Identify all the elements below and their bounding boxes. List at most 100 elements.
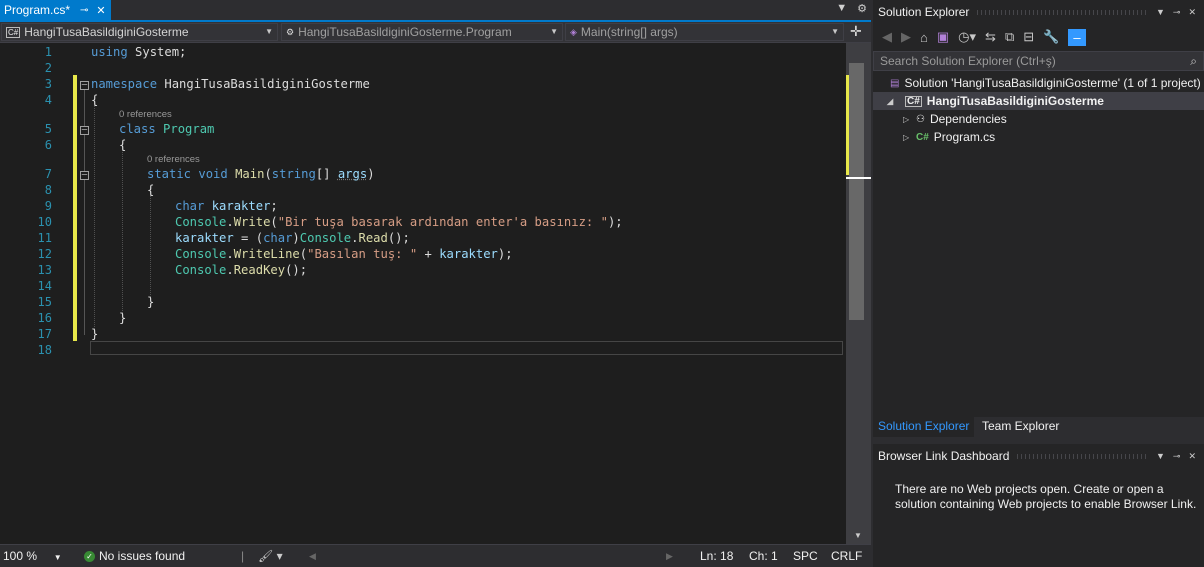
code-line-17: }	[91, 327, 99, 341]
project-dropdown[interactable]: C# HangiTusaBasildiginiGosterme ▼	[1, 23, 278, 41]
close-icon[interactable]: ✕	[1188, 451, 1196, 462]
switch-views-icon[interactable]: ▣	[937, 29, 949, 45]
panel-title: Browser Link Dashboard	[878, 449, 1010, 463]
code-line-1: using System;	[91, 45, 187, 59]
home-icon[interactable]: ⌂	[920, 30, 928, 45]
properties-wrench-icon[interactable]: 🔧	[1043, 29, 1059, 45]
auto-hide-pin-icon[interactable]: ⊸	[1173, 7, 1181, 18]
settings-gear-icon[interactable]: ⚙	[857, 2, 867, 15]
column-indicator[interactable]: Ch: 1	[749, 549, 778, 563]
solution-explorer-toolbar: ◀ ▶ ⌂ ▣ ◷▾ ⇆ ⧉ ⊟ 🔧 –	[873, 24, 1204, 50]
separator: |	[241, 549, 245, 563]
method-icon: ◈	[570, 26, 577, 37]
indent-guide	[94, 105, 95, 331]
line-number: 18	[37, 343, 52, 357]
scrollbar-change-marker	[846, 75, 849, 175]
collapse-method-icon[interactable]: –	[80, 171, 89, 180]
line-number: 9	[44, 199, 52, 213]
tab-team-explorer[interactable]: Team Explorer	[977, 417, 1064, 437]
line-number: 2	[44, 61, 52, 75]
code-cleanup-brush-icon[interactable]: 🖌 ▾	[258, 549, 283, 563]
browser-link-panel: Browser Link Dashboard ▼ ⊸ ✕ There are n…	[873, 444, 1204, 567]
search-icon[interactable]: ⌕	[1190, 52, 1197, 70]
collapsed-arrow-icon[interactable]: ▷	[903, 115, 913, 124]
scroll-right-icon[interactable]: ▶	[666, 551, 673, 562]
split-add-icon[interactable]: ✛	[850, 23, 862, 40]
editor-vertical-scrollbar[interactable]: ▼	[846, 43, 871, 544]
tree-item-dependencies[interactable]: ▷ ⚇ Dependencies	[873, 110, 1204, 128]
line-number: 6	[44, 138, 52, 152]
collapse-all-icon[interactable]: ⊟	[1023, 29, 1034, 45]
line-number: 15	[37, 295, 52, 309]
auto-hide-pin-icon[interactable]: ⊸	[1173, 451, 1181, 462]
collapsed-arrow-icon[interactable]: ▷	[903, 133, 913, 142]
whitespace-indicator[interactable]: SPC	[793, 549, 818, 563]
line-number: 4	[44, 93, 52, 107]
tree-item-label: HangiTusaBasildiginiGosterme	[926, 94, 1104, 108]
code-line-5: class Program	[119, 122, 215, 136]
panel-title: Solution Explorer	[878, 5, 970, 19]
code-line-7: static void Main(string[] args)	[147, 167, 375, 181]
tree-item-solution[interactable]: ▤ Solution 'HangiTusaBasildiginiGosterme…	[873, 74, 1204, 92]
class-icon: ⚙	[286, 26, 295, 37]
issues-indicator[interactable]: ✓ No issues found	[84, 549, 185, 563]
line-ending-indicator[interactable]: CRLF	[831, 549, 862, 563]
tree-item-program-cs[interactable]: ▷ C# Program.cs	[873, 128, 1204, 146]
scroll-down-icon[interactable]: ▼	[854, 531, 862, 540]
codelens-references[interactable]: 0 references	[119, 109, 172, 120]
tab-solution-explorer[interactable]: Solution Explorer	[873, 417, 975, 437]
code-line-4: {	[91, 93, 99, 107]
panel-menu-icon[interactable]: ▼	[1156, 451, 1165, 461]
line-number: 3	[44, 77, 52, 91]
solution-explorer-titlebar: Solution Explorer ▼ ⊸ ✕	[873, 0, 1204, 24]
back-icon[interactable]: ◀	[882, 29, 892, 45]
member-dropdown[interactable]: ◈ Main(string[] args) ▼	[565, 23, 844, 41]
dependencies-icon: ⚇	[916, 113, 925, 125]
code-line-13: Console.ReadKey();	[175, 263, 308, 277]
code-line-8: {	[147, 183, 155, 197]
forward-icon[interactable]: ▶	[901, 29, 911, 45]
scroll-left-icon[interactable]: ◀	[309, 551, 316, 562]
member-dropdown-label: Main(string[] args)	[580, 25, 678, 39]
solution-explorer-search-input[interactable]: Search Solution Explorer (Ctrl+ş) ⌕	[873, 51, 1204, 71]
line-indicator[interactable]: Ln: 18	[700, 549, 733, 563]
code-line-12: Console.WriteLine("Basılan tuş: " + kara…	[175, 247, 513, 261]
check-circle-icon: ✓	[84, 551, 95, 563]
preview-selected-icon[interactable]: –	[1068, 28, 1086, 46]
outline-line	[84, 135, 85, 171]
line-number: 5	[44, 122, 52, 136]
code-line-6: {	[119, 138, 127, 152]
expanded-arrow-icon[interactable]: ◢	[887, 97, 897, 106]
code-line-10: Console.Write("Bir tuşa basarak ardından…	[175, 215, 623, 229]
line-number: 8	[44, 183, 52, 197]
tab-program-cs[interactable]: Program.cs* ⊸ ✕	[0, 0, 111, 20]
code-line-16: }	[119, 311, 127, 325]
panel-grip[interactable]	[1017, 453, 1148, 459]
close-icon[interactable]: ✕	[1188, 7, 1196, 18]
pin-icon[interactable]: ⊸	[80, 5, 88, 16]
chevron-down-icon: ▼	[53, 553, 62, 562]
collapse-class-icon[interactable]: –	[80, 126, 89, 135]
panel-grip[interactable]	[977, 9, 1148, 15]
panel-menu-icon[interactable]: ▼	[1156, 7, 1165, 17]
line-number: 14	[37, 279, 52, 293]
pending-changes-filter-icon[interactable]: ◷▾	[958, 29, 976, 45]
codelens-references[interactable]: 0 references	[147, 154, 200, 165]
code-editor[interactable]: 1 2 3 4 5 6 7 8 9 10 11 12 13 14 15 16 1…	[0, 43, 846, 544]
collapse-namespace-icon[interactable]: –	[80, 81, 89, 90]
scrollbar-caret-marker	[846, 177, 871, 179]
outline-line	[84, 90, 85, 126]
class-dropdown[interactable]: ⚙ HangiTusaBasildiginiGosterme.Program ▼	[281, 23, 563, 41]
changed-lines-indicator	[73, 75, 77, 341]
scrollbar-thumb[interactable]	[849, 63, 864, 320]
sync-active-document-icon[interactable]: ⇆	[985, 29, 996, 45]
zoom-dropdown[interactable]: 100 % ▼	[3, 549, 62, 563]
close-icon[interactable]: ✕	[96, 4, 105, 17]
tree-item-project[interactable]: ◢ C# HangiTusaBasildiginiGosterme	[873, 92, 1204, 110]
indent-guide	[150, 195, 151, 299]
line-number: 1	[44, 45, 52, 59]
tab-dropdown-icon[interactable]: ▼	[836, 2, 847, 15]
class-dropdown-label: HangiTusaBasildiginiGosterme.Program	[298, 25, 512, 39]
chevron-down-icon: ▼	[831, 27, 839, 36]
refresh-icon[interactable]: ⧉	[1005, 29, 1014, 45]
